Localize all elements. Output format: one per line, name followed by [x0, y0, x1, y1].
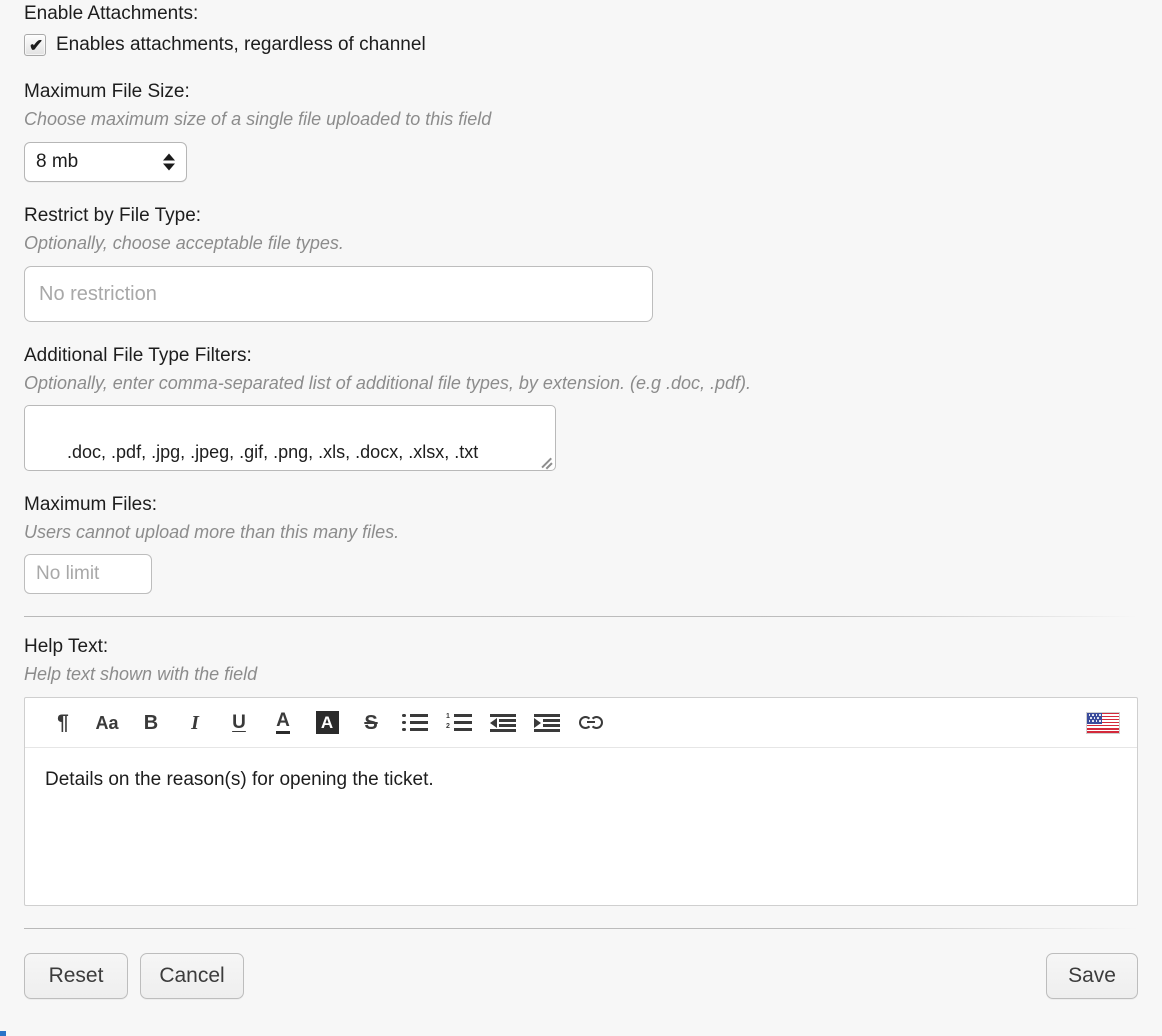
reset-button[interactable]: Reset — [24, 953, 128, 999]
resize-grip-icon[interactable] — [539, 454, 553, 468]
bullet-list-icon[interactable] — [393, 704, 437, 742]
cancel-button[interactable]: Cancel — [140, 953, 244, 999]
max-files-hint: Users cannot upload more than this many … — [24, 519, 1138, 546]
additional-file-type-filters-label: Additional File Type Filters: — [24, 342, 1138, 370]
help-text-label: Help Text: — [24, 633, 1138, 661]
help-text-editor-body[interactable]: Details on the reason(s) for opening the… — [25, 748, 1137, 905]
bold-icon[interactable]: B — [129, 704, 173, 742]
help-text-group: Help Text: Help text shown with the fiel… — [24, 633, 1138, 906]
additional-file-type-filters-hint: Optionally, enter comma-separated list o… — [24, 370, 1138, 397]
insert-link-icon[interactable] — [569, 704, 613, 742]
section-divider-bottom — [24, 928, 1138, 929]
restrict-file-type-label: Restrict by File Type: — [24, 202, 1138, 230]
max-files-input[interactable]: No limit — [24, 554, 152, 594]
max-files-placeholder: No limit — [36, 563, 99, 585]
editor-toolbar: ¶ Aa B I U A A — [25, 698, 1137, 748]
underline-icon[interactable]: U — [217, 704, 261, 742]
additional-file-type-filters-value: .doc, .pdf, .jpg, .jpeg, .gif, .png, .xl… — [67, 442, 478, 462]
max-file-size-select[interactable]: 8 mb — [24, 142, 187, 182]
indent-icon[interactable] — [525, 704, 569, 742]
italic-icon[interactable]: I — [173, 704, 217, 742]
max-files-group: Maximum Files: Users cannot upload more … — [24, 491, 1138, 594]
max-file-size-label: Maximum File Size: — [24, 78, 1138, 106]
enable-attachments-label: Enable Attachments: — [24, 0, 1138, 28]
enable-attachments-checkbox-row[interactable]: ✔ Enables attachments, regardless of cha… — [24, 32, 1138, 58]
max-files-label: Maximum Files: — [24, 491, 1138, 519]
form-actions: Reset Cancel Save — [24, 953, 1138, 999]
strikethrough-icon[interactable]: S — [349, 704, 393, 742]
restrict-file-type-select[interactable]: No restriction — [24, 266, 653, 322]
paragraph-format-icon[interactable]: ¶ — [41, 704, 85, 742]
save-button[interactable]: Save — [1046, 953, 1138, 999]
help-text-rich-editor: ¶ Aa B I U A A — [24, 697, 1138, 906]
us-flag-icon[interactable] — [1081, 704, 1125, 742]
restrict-file-type-placeholder: No restriction — [39, 283, 221, 306]
font-size-icon[interactable]: Aa — [85, 704, 129, 742]
section-divider-top — [24, 616, 1138, 617]
enable-attachments-checkbox-label: Enables attachments, regardless of chann… — [56, 32, 426, 58]
help-text-hint: Help text shown with the field — [24, 661, 1138, 688]
toolbar-spacer — [613, 704, 1081, 742]
additional-file-type-filters-textarea[interactable]: .doc, .pdf, .jpg, .jpeg, .gif, .png, .xl… — [24, 405, 556, 471]
enable-attachments-checkbox[interactable]: ✔ — [24, 34, 46, 56]
restrict-file-type-group: Restrict by File Type: Optionally, choos… — [24, 202, 1138, 322]
text-color-icon[interactable]: A — [261, 704, 305, 742]
enable-attachments-group: Enable Attachments: ✔ Enables attachment… — [24, 0, 1138, 58]
numbered-list-icon[interactable]: 1 2 — [437, 704, 481, 742]
help-text-value: Details on the reason(s) for opening the… — [45, 769, 434, 790]
max-file-size-group: Maximum File Size: Choose maximum size o… — [24, 78, 1138, 182]
restrict-file-type-hint: Optionally, choose acceptable file types… — [24, 230, 1138, 257]
select-stepper-arrows-icon — [163, 154, 175, 171]
corner-accent-marker — [0, 1031, 6, 1036]
highlight-color-icon[interactable]: A — [305, 704, 349, 742]
additional-file-type-filters-group: Additional File Type Filters: Optionally… — [24, 342, 1138, 471]
outdent-icon[interactable] — [481, 704, 525, 742]
attachment-field-settings-form: Enable Attachments: ✔ Enables attachment… — [0, 0, 1162, 1036]
checkmark-icon: ✔ — [29, 35, 43, 56]
max-file-size-hint: Choose maximum size of a single file upl… — [24, 106, 1138, 133]
max-file-size-selected-value: 8 mb — [36, 151, 78, 173]
